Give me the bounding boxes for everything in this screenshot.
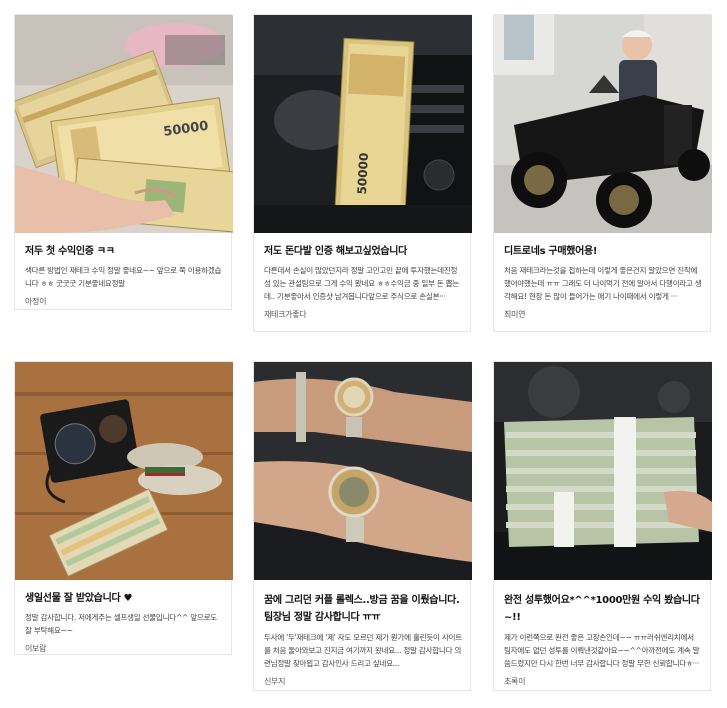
car-vent-money-image: 50000	[254, 15, 472, 233]
money-bundles-image: 50000	[15, 15, 233, 233]
money-stack-image	[494, 362, 712, 580]
post-card[interactable]: 생일선물 잘 받았습니다 ♥ 정말 감사합니다. 저에게주는 셀프생일 선물입니…	[14, 361, 233, 655]
post-excerpt: 정말 감사합니다. 저에게주는 셀프생일 선물입니다^^ 앞으로도 잘 부탁해요…	[25, 613, 217, 635]
post-title[interactable]: 생일선물 잘 받았습니다 ♥	[25, 592, 223, 606]
post-title[interactable]: 완전 성투했어요*^^*1000만원 수익 봤습니다~!!	[504, 592, 702, 626]
post-card[interactable]: 완전 성투했어요*^^*1000만원 수익 봤습니다~!! 제가 이런쪽으로 완…	[493, 361, 712, 691]
post-author: 최미연	[504, 310, 526, 319]
post-author: 초록이	[504, 677, 526, 686]
post-excerpt: 처음 재테크라는것을 접하는데 이렇게 좋은건지 알았으면 진작에 했어야했는데…	[504, 266, 702, 301]
post-title[interactable]: 꿈에 그리던 커플 롤렉스..방금 꿈을 이뤘습니다.팀장님 정말 감사합니다 …	[264, 592, 462, 626]
post-excerpt: 제가 이런쪽으로 완전 좋은 고장손인데~~ ㅠㅠ러쉬엔리치에서 팀자에도 없던…	[504, 633, 700, 668]
post-excerpt: 두사에 '두'재테크에 '제' 자도 모르던 제가 뭔가에 홀린듯이 사이트를 …	[264, 633, 462, 668]
post-photo[interactable]: 50000	[254, 15, 472, 233]
rolex-watches-image	[254, 362, 472, 580]
post-photo[interactable]	[494, 15, 712, 233]
post-author: 신부지	[264, 677, 286, 686]
post-author: 재테크가좋다	[264, 310, 307, 319]
post-author: 아정이	[25, 297, 47, 306]
post-card[interactable]: 50000 저두 첫 수익인증 ㅋㅋ 색다른 방법인 재테크 수익 정말 좋네요…	[14, 14, 233, 310]
post-card[interactable]: 꿈에 그리던 커플 롤렉스..방금 꿈을 이뤘습니다.팀장님 정말 감사합니다 …	[253, 361, 472, 691]
post-excerpt: 다른데서 손실이 많았던지라 정말 고민고민 끝에 투자했는데진정성 있는 관설…	[264, 266, 459, 301]
post-photo[interactable]	[494, 362, 712, 580]
child-toy-car-image	[494, 15, 712, 233]
post-title[interactable]: 저두 첫 수익인증 ㅋㅋ	[25, 245, 223, 259]
post-photo[interactable]: 50000	[15, 15, 233, 233]
gift-items-image	[15, 362, 233, 580]
post-title[interactable]: 디트로네s 구매했어용!	[504, 245, 702, 259]
post-excerpt: 색다른 방법인 재테크 수익 정말 좋네요~~ 앞으로 쭉 이용하겠습니다 ㅎㅎ…	[25, 266, 222, 288]
post-photo[interactable]	[15, 362, 233, 580]
post-title[interactable]: 저도 돈다발 인증 해보고싶었습니다	[264, 245, 462, 259]
post-author: 이보람	[25, 644, 47, 653]
post-card[interactable]: 디트로네s 구매했어용! 처음 재테크라는것을 접하는데 이렇게 좋은건지 알았…	[493, 14, 712, 332]
post-card[interactable]: 50000 저도 돈다발 인증 해보고싶었습니다 다른데서 손실이 많았던지라 …	[253, 14, 472, 332]
bill-denomination: 50000	[355, 152, 371, 194]
post-photo[interactable]	[254, 362, 472, 580]
